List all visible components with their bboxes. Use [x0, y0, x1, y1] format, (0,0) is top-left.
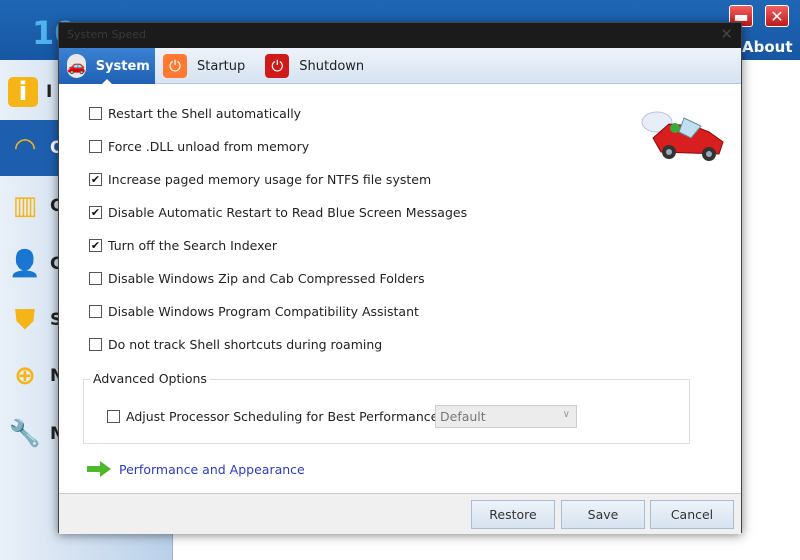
option-search-indexer[interactable]: ✔ Turn off the Search Indexer: [89, 238, 277, 253]
info-icon: i: [8, 77, 38, 107]
checkbox[interactable]: [89, 272, 102, 285]
option-shell-shortcuts[interactable]: Do not track Shell shortcuts during roam…: [89, 337, 382, 352]
option-label: Do not track Shell shortcuts during roam…: [108, 337, 383, 352]
checkbox[interactable]: [89, 107, 102, 120]
save-button[interactable]: Save: [561, 500, 645, 529]
performance-appearance-link[interactable]: Performance and Appearance: [87, 461, 305, 477]
tab-label: Shutdown: [299, 58, 365, 74]
dialog-footer: Restore Save Cancel: [59, 493, 741, 534]
option-label: Increase paged memory usage for NTFS fil…: [108, 172, 432, 187]
shield-icon: ⛊: [15, 304, 35, 335]
globe-icon: ⊕: [14, 361, 36, 391]
startup-power-icon: ⏻: [163, 54, 187, 78]
option-label: Turn off the Search Indexer: [108, 238, 277, 253]
tab-shutdown[interactable]: ⏻ Shutdown: [257, 48, 376, 84]
checkbox-checked[interactable]: ✔: [89, 206, 102, 219]
tab-label: System: [95, 58, 150, 74]
option-compat-assistant[interactable]: Disable Windows Program Compatibility As…: [89, 304, 419, 319]
option-restart-shell[interactable]: Restart the Shell automatically: [89, 106, 301, 121]
close-button[interactable]: ✕: [765, 5, 789, 27]
trash-icon: ▥: [12, 191, 38, 221]
advanced-options-group: Advanced Options Adjust Processor Schedu…: [83, 371, 690, 444]
wrench-icon: 🔧: [8, 419, 42, 449]
select-value: Default: [440, 409, 486, 424]
performance-select[interactable]: Default ∨: [435, 405, 577, 428]
tab-label: Startup: [197, 58, 246, 74]
car-icon: 🚗: [67, 54, 86, 78]
option-label: Disable Windows Program Compatibility As…: [108, 304, 419, 319]
close-icon[interactable]: ✕: [720, 25, 733, 43]
option-force-dll-unload[interactable]: Force .DLL unload from memory: [89, 139, 309, 154]
tab-system[interactable]: 🚗 System: [59, 48, 155, 85]
tab-bar: 🚗 System ⏻ Startup ⏻ Shutdown: [59, 48, 741, 85]
option-zip-cab[interactable]: Disable Windows Zip and Cab Compressed F…: [89, 271, 425, 286]
tab-startup[interactable]: ⏻ Startup: [155, 48, 257, 84]
cancel-button[interactable]: Cancel: [650, 500, 734, 529]
system-speed-dialog: System Speed ✕ 🚗 System ⏻ Startup ⏻ Shutdown…: [58, 22, 742, 534]
checkbox-checked[interactable]: ✔: [89, 239, 102, 252]
checkbox[interactable]: [89, 338, 102, 351]
link-label[interactable]: Performance and Appearance: [119, 462, 305, 477]
dialog-titlebar: System Speed ✕: [59, 23, 741, 48]
dialog-content: Restart the Shell automatically Force .D…: [59, 84, 741, 493]
group-title: Advanced Options: [90, 371, 210, 386]
checkbox[interactable]: [89, 140, 102, 153]
option-paged-memory-ntfs[interactable]: ✔ Increase paged memory usage for NTFS fi…: [89, 172, 431, 187]
checkbox[interactable]: [89, 305, 102, 318]
option-disable-auto-restart[interactable]: ✔ Disable Automatic Restart to Read Blue …: [89, 205, 467, 220]
chevron-down-icon: ∨: [562, 409, 570, 420]
option-label: Disable Windows Zip and Cab Compressed F…: [108, 271, 425, 286]
checkbox-checked[interactable]: ✔: [89, 173, 102, 186]
option-label: Restart the Shell automatically: [108, 106, 302, 121]
option-processor-scheduling[interactable]: Adjust Processor Scheduling for Best Per…: [107, 409, 454, 424]
about-menu[interactable]: About: [742, 38, 793, 56]
arrow-right-icon: [87, 461, 111, 477]
checkbox[interactable]: [107, 410, 120, 423]
user-icon: 👤: [8, 249, 42, 279]
shutdown-power-icon: ⏻: [265, 54, 290, 78]
sidebar-item-label: I: [46, 82, 53, 102]
option-label: Force .DLL unload from memory: [108, 139, 310, 154]
restore-button[interactable]: Restore: [471, 500, 555, 529]
option-label: Adjust Processor Scheduling for Best Per…: [126, 409, 455, 424]
car-icon: [641, 111, 724, 161]
dialog-title: System Speed: [67, 28, 146, 41]
speedometer-icon: ◠: [15, 133, 35, 163]
option-label: Disable Automatic Restart to Read Blue S…: [108, 205, 468, 220]
